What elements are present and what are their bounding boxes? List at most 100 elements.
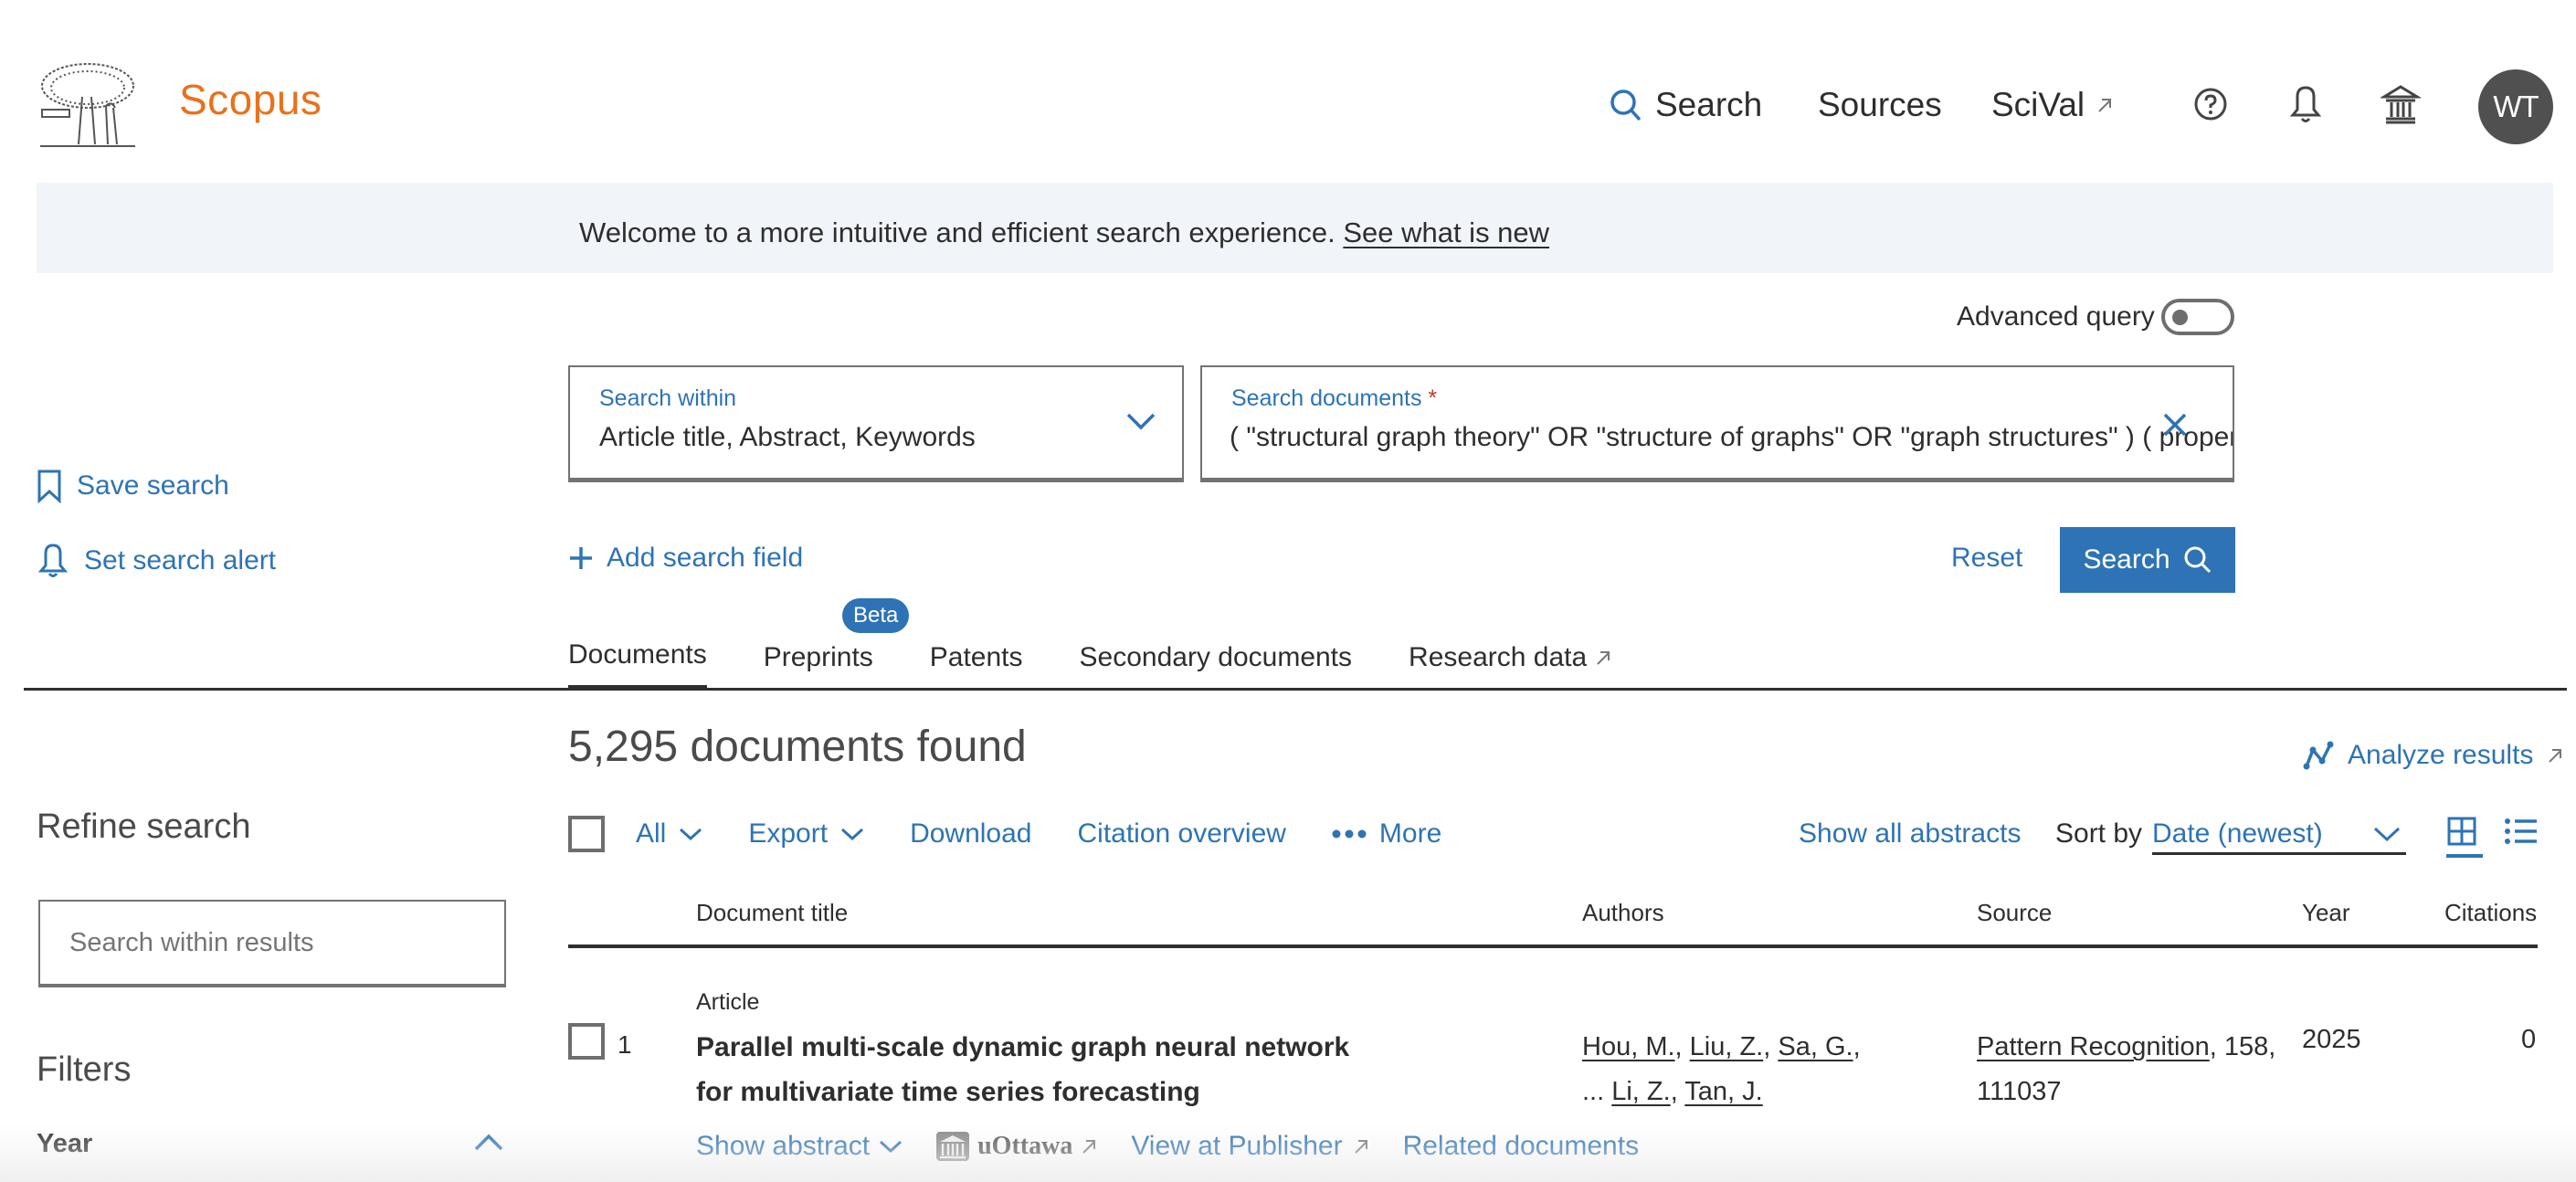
chevron-up-icon[interactable] <box>473 1133 504 1153</box>
search-within-results-input[interactable] <box>38 900 506 987</box>
brand-name[interactable]: Scopus <box>179 75 322 124</box>
nav-search-label: Search <box>1655 86 1763 123</box>
set-search-alert-link[interactable]: Set search alert <box>37 543 276 579</box>
refine-search-heading: Refine search <box>37 807 251 846</box>
author-link[interactable]: Tan, J. <box>1684 1077 1762 1106</box>
select-all-checkbox[interactable] <box>568 816 605 852</box>
author-link[interactable]: Liu, Z. <box>1690 1032 1764 1061</box>
row-actions: Show abstract uOttawa View at Publisher … <box>696 1131 1672 1162</box>
source-link[interactable]: Pattern Recognition <box>1977 1032 2210 1061</box>
user-avatar[interactable]: WT <box>2478 69 2553 144</box>
search-icon <box>2183 545 2212 575</box>
nav-scival[interactable]: SciVal <box>1991 86 2114 124</box>
banner-text: Welcome to a more intuitive and efficien… <box>579 216 1336 248</box>
more-button[interactable]: More <box>1332 818 1441 850</box>
save-search-label: Save search <box>77 470 229 501</box>
row-checkbox[interactable] <box>568 1023 605 1060</box>
sort-select[interactable]: Date (newest) <box>2152 815 2406 855</box>
column-citations: Citations <box>2444 899 2538 926</box>
list-view-button[interactable] <box>2505 816 2538 847</box>
tab-preprints[interactable]: Preprints <box>764 639 873 691</box>
search-within-label: Search within <box>599 385 737 411</box>
year-cell: 2025 <box>2302 1025 2361 1054</box>
chevron-down-icon <box>840 827 864 841</box>
institution-full-text-link[interactable]: uOttawa <box>935 1131 1098 1162</box>
download-button[interactable]: Download <box>910 818 1031 850</box>
tab-research-data[interactable]: Research data <box>1409 639 1612 691</box>
column-document-title: Document title <box>696 899 849 926</box>
external-link-icon <box>1352 1137 1370 1156</box>
tab-documents-label: Documents <box>568 639 707 670</box>
chevron-down-icon <box>1125 411 1156 431</box>
authors-ellipsis: ... <box>1582 1077 1605 1106</box>
search-within-select[interactable]: Search within Article title, Abstract, K… <box>568 365 1184 482</box>
table-view-button[interactable] <box>2446 816 2483 858</box>
search-documents-field[interactable]: Search documents * ( "structural graph t… <box>1200 365 2234 482</box>
banner-message: Welcome to a more intuitive and efficien… <box>579 216 1549 249</box>
external-link-icon <box>1080 1137 1098 1156</box>
author-link[interactable]: Hou, M. <box>1582 1032 1675 1061</box>
tabs-divider <box>24 688 2567 691</box>
save-search-link[interactable]: Save search <box>37 469 229 503</box>
source-cell: Pattern Recognition, 158, 111037 <box>1977 1025 2287 1114</box>
export-label: Export <box>748 818 829 849</box>
external-link-icon <box>2096 96 2114 114</box>
author-link[interactable]: Sa, G. <box>1778 1032 1853 1061</box>
show-all-abstracts-link[interactable]: Show all abstracts <box>1799 818 2021 850</box>
search-query-input[interactable]: ( "structural graph theory" OR "structur… <box>1230 422 2233 453</box>
author-link[interactable]: Li, Z. <box>1611 1077 1670 1106</box>
tab-research-data-label: Research data <box>1409 642 1588 672</box>
related-documents-label: Related documents <box>1402 1131 1640 1161</box>
export-dropdown[interactable]: Export <box>748 818 864 850</box>
reset-button[interactable]: Reset <box>1951 543 2022 574</box>
sort-value: Date (newest) <box>2152 818 2323 849</box>
tab-patents[interactable]: Patents <box>930 639 1023 691</box>
more-dots-icon <box>1332 829 1367 839</box>
related-documents-link[interactable]: Related documents <box>1403 1131 1640 1162</box>
notifications-button[interactable] <box>2284 82 2328 126</box>
tab-documents[interactable]: Documents <box>568 639 707 691</box>
document-type: Article <box>696 989 760 1015</box>
grid-icon <box>2446 816 2483 847</box>
bell-icon <box>2287 84 2324 124</box>
institution-link-label: uOttawa <box>977 1132 1073 1160</box>
help-button[interactable] <box>2189 82 2233 126</box>
see-what-is-new-link[interactable]: See what is new <box>1343 216 1549 248</box>
document-title-link[interactable]: Parallel multi-scale dynamic graph neura… <box>696 1025 1390 1114</box>
view-at-publisher-label: View at Publisher <box>1131 1131 1343 1161</box>
add-search-field-button[interactable]: Add search field <box>568 543 803 574</box>
analyze-results-link[interactable]: Analyze results <box>2302 740 2564 771</box>
search-button[interactable]: Search <box>2060 527 2235 593</box>
nav-sources[interactable]: Sources <box>1818 86 1942 124</box>
analytics-icon <box>2302 741 2335 770</box>
tab-secondary-documents[interactable]: Secondary documents <box>1080 639 1353 691</box>
search-documents-label: Search documents * <box>1231 385 1437 412</box>
search-within-value: Article title, Abstract, Keywords <box>599 422 976 452</box>
search-documents-label-text: Search documents <box>1231 385 1422 411</box>
institution-icon <box>2381 84 2421 124</box>
bookmark-icon <box>37 469 62 503</box>
advanced-query-toggle[interactable] <box>2161 299 2234 335</box>
show-abstract-button[interactable]: Show abstract <box>696 1131 903 1162</box>
sort-by-label: Sort by <box>2055 818 2143 849</box>
year-filter-label[interactable]: Year <box>37 1129 92 1159</box>
advanced-query-label: Advanced query <box>1957 301 2155 332</box>
search-icon <box>1608 87 1644 123</box>
clear-icon[interactable] <box>2161 411 2189 438</box>
chevron-down-icon <box>679 827 702 841</box>
tab-preprints-label: Preprints <box>763 642 873 672</box>
results-toolbar: All Export Download Citation overview Mo… <box>568 816 1487 852</box>
institution-icon <box>935 1131 970 1162</box>
column-authors: Authors <box>1582 899 1664 926</box>
nav-search[interactable]: Search <box>1608 86 1762 124</box>
table-header-rule <box>568 945 2538 948</box>
institution-button[interactable] <box>2379 82 2423 126</box>
view-at-publisher-link[interactable]: View at Publisher <box>1131 1131 1369 1162</box>
select-all-dropdown[interactable]: All <box>636 818 702 850</box>
more-label: More <box>1378 818 1442 849</box>
citation-overview-button[interactable]: Citation overview <box>1077 818 1285 850</box>
nav-scival-label: SciVal <box>1991 86 2085 123</box>
chevron-down-icon <box>879 1139 903 1154</box>
elsevier-logo[interactable] <box>37 60 139 152</box>
column-year: Year <box>2302 899 2350 926</box>
